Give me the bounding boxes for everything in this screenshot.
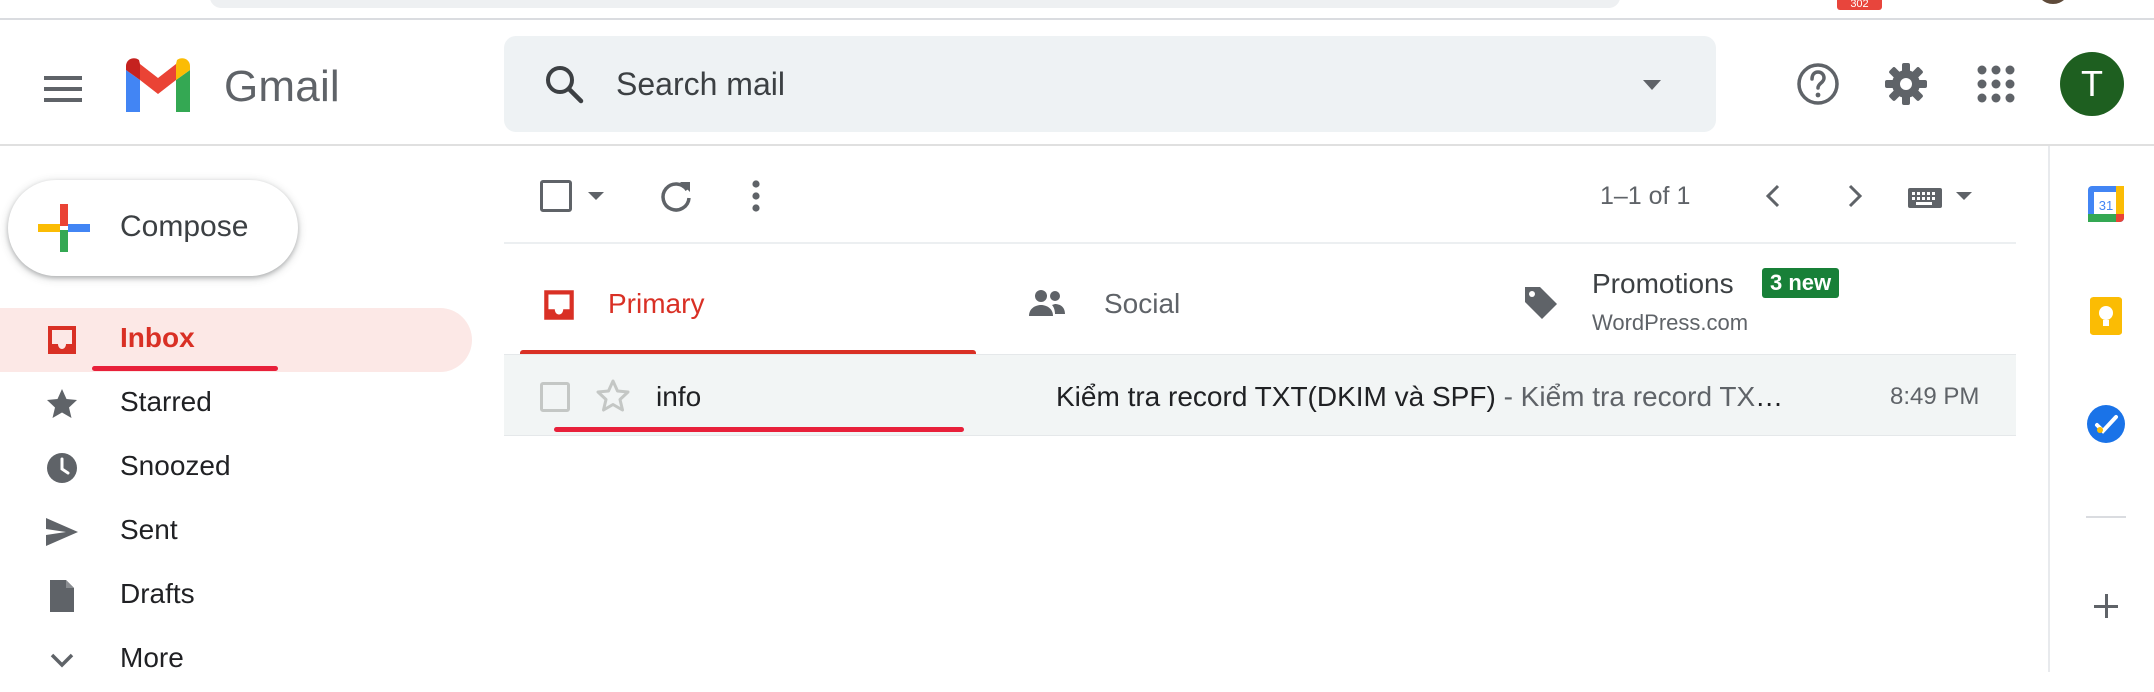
more-actions-button[interactable] bbox=[740, 176, 772, 216]
search-bar[interactable] bbox=[504, 36, 1716, 132]
add-icon[interactable] bbox=[2086, 586, 2126, 626]
pagination-range: 1–1 of 1 bbox=[1600, 182, 1691, 210]
gear-icon bbox=[1885, 63, 1927, 105]
chevron-down-icon bbox=[50, 653, 74, 668]
email-subject: Kiểm tra record TXT(DKIM và SPF) bbox=[1056, 381, 1496, 412]
settings-button[interactable] bbox=[1882, 60, 1930, 108]
sidebar-item-sent[interactable]: Sent bbox=[0, 500, 472, 564]
email-sender: info bbox=[656, 381, 702, 412]
refresh-button[interactable] bbox=[656, 176, 696, 216]
row-select-checkbox[interactable] bbox=[540, 382, 570, 412]
caret-down-icon bbox=[588, 192, 604, 200]
search-options-button[interactable] bbox=[1632, 70, 1672, 98]
keep-icon[interactable] bbox=[2086, 296, 2126, 336]
browser-profile-avatar[interactable] bbox=[2036, 0, 2070, 4]
search-icon[interactable] bbox=[540, 60, 588, 108]
google-apps-button[interactable] bbox=[1974, 62, 2018, 106]
older-page-button[interactable] bbox=[1838, 180, 1870, 212]
clock-icon bbox=[47, 453, 77, 483]
account-avatar[interactable]: T bbox=[2060, 52, 2124, 116]
people-icon bbox=[1029, 290, 1065, 316]
extension-badge[interactable]: 302 bbox=[1837, 0, 1882, 10]
tab-promotions[interactable]: Promotions 3 new WordPress.com bbox=[1480, 244, 2016, 356]
email-row[interactable]: info Kiểm tra record TXT(DKIM và SPF) - … bbox=[504, 354, 2016, 436]
select-all-checkbox[interactable] bbox=[540, 180, 572, 212]
caret-down-icon bbox=[1643, 80, 1661, 90]
app-name: Gmail bbox=[224, 62, 340, 111]
tab-label: Primary bbox=[608, 288, 705, 319]
input-tools-button[interactable] bbox=[1906, 182, 1976, 212]
tab-primary[interactable]: Primary bbox=[504, 244, 992, 356]
category-tabs: Primary Social Promotions 3 new WordPres… bbox=[504, 242, 2016, 356]
newer-page-button[interactable] bbox=[1758, 180, 1790, 212]
search-input[interactable] bbox=[616, 36, 1516, 132]
select-options-button[interactable] bbox=[586, 188, 606, 204]
tasks-icon[interactable] bbox=[2086, 404, 2126, 444]
compose-button[interactable]: Compose bbox=[8, 180, 298, 276]
chevron-right-icon bbox=[1848, 184, 1863, 208]
row-star-button[interactable] bbox=[594, 377, 632, 415]
red-annotation-underline bbox=[554, 427, 964, 432]
compose-label: Compose bbox=[120, 210, 249, 243]
email-time: 8:49 PM bbox=[1890, 383, 1980, 410]
tag-icon bbox=[1525, 287, 1557, 319]
calendar-day: 31 bbox=[2099, 198, 2113, 213]
email-subject-snippet: Kiểm tra record TXT(DKIM và SPF) - Kiểm … bbox=[1056, 381, 1796, 413]
inbox-icon bbox=[48, 326, 76, 354]
star-outline-icon bbox=[596, 379, 630, 412]
apps-grid-icon bbox=[1977, 65, 2015, 103]
sidebar-item-label: Drafts bbox=[120, 578, 195, 609]
sidebar-item-label: More bbox=[120, 642, 184, 673]
browser-strip: 302 bbox=[0, 0, 2154, 20]
refresh-icon bbox=[661, 182, 691, 212]
sidebar-item-label: Starred bbox=[120, 386, 212, 417]
sidebar-item-drafts[interactable]: Drafts bbox=[0, 564, 472, 628]
tab-subtitle: WordPress.com bbox=[1592, 310, 1749, 335]
keyboard-icon bbox=[1908, 188, 1972, 208]
tab-label: Promotions bbox=[1592, 268, 1734, 299]
tab-social[interactable]: Social bbox=[992, 244, 1480, 356]
inbox-icon bbox=[544, 290, 574, 320]
help-button[interactable] bbox=[1794, 60, 1842, 108]
compose-plus-icon bbox=[38, 202, 90, 254]
sidebar-item-label: Sent bbox=[120, 514, 178, 545]
new-count-badge: 3 new bbox=[1762, 268, 1840, 298]
address-bar[interactable] bbox=[210, 0, 1620, 8]
help-icon bbox=[1797, 63, 1839, 105]
gmail-logo-icon[interactable] bbox=[122, 56, 194, 116]
sidebar-item-snoozed[interactable]: Snoozed bbox=[0, 436, 472, 500]
side-panel: 31 bbox=[2048, 146, 2154, 672]
red-annotation-underline bbox=[92, 366, 278, 371]
chevron-left-icon bbox=[1765, 184, 1780, 208]
star-icon bbox=[47, 389, 77, 418]
draft-icon bbox=[50, 580, 74, 612]
sidebar-item-starred[interactable]: Starred bbox=[0, 372, 472, 436]
more-vert-icon bbox=[752, 180, 760, 212]
sidebar-item-inbox[interactable]: Inbox bbox=[0, 308, 472, 372]
email-snippet: - Kiểm tra record TXT(DKIM và SPF) Kiểm … bbox=[1503, 381, 1796, 412]
sidebar-item-label: Inbox bbox=[120, 322, 195, 353]
calendar-icon[interactable]: 31 bbox=[2086, 184, 2126, 224]
hamburger-menu-icon bbox=[44, 76, 82, 102]
sidebar-item-more[interactable]: More bbox=[0, 628, 472, 692]
gmail-header: Gmail Search mail T bbox=[0, 20, 2154, 146]
sidebar-item-label: Snoozed bbox=[120, 450, 231, 481]
main-menu-button[interactable] bbox=[40, 68, 90, 110]
side-panel-divider bbox=[2086, 516, 2126, 518]
send-icon bbox=[46, 518, 78, 546]
tab-label: Social bbox=[1104, 288, 1181, 319]
